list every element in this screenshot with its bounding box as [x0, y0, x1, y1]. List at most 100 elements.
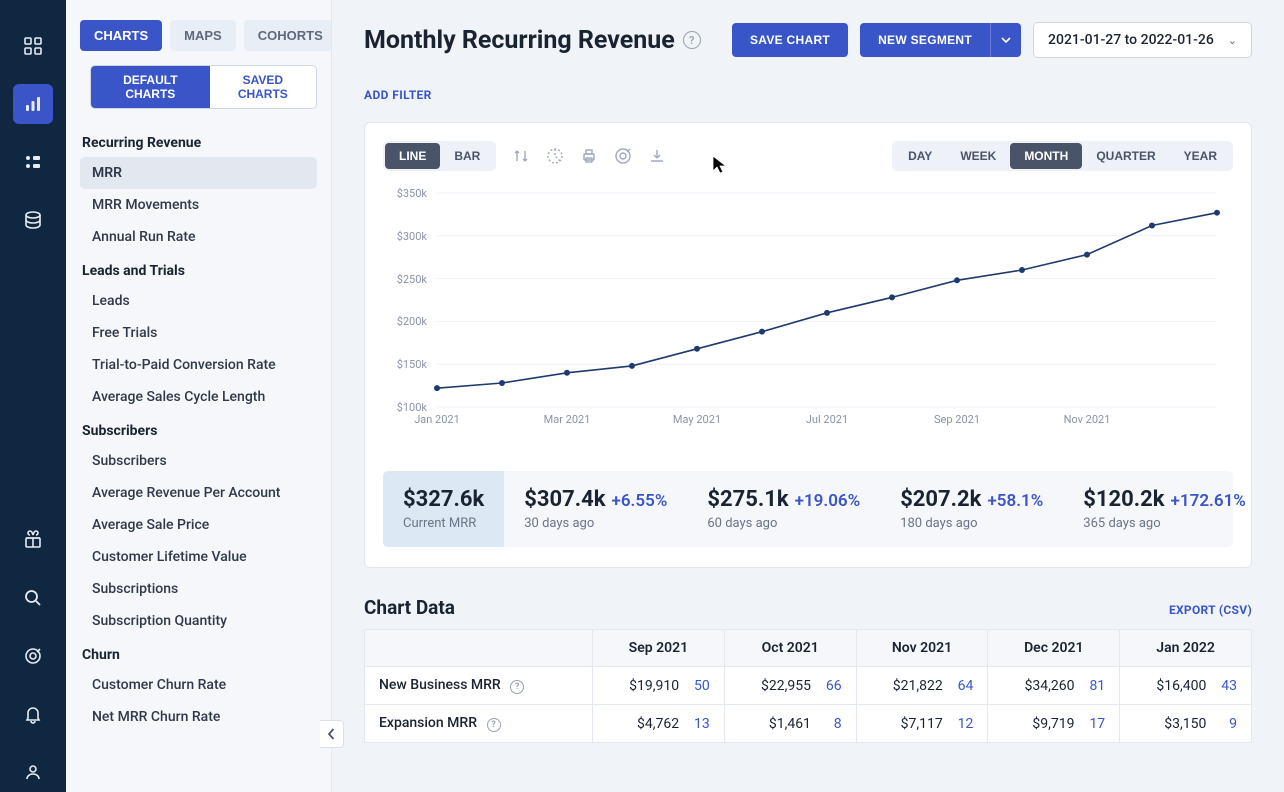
table-row-metric: New Business MRR ? — [365, 667, 593, 705]
date-range-picker[interactable]: 2021-01-27 to 2022-01-26 ⌄ — [1033, 22, 1252, 58]
y-axis-tick: $300k — [387, 230, 427, 243]
tab-default-charts[interactable]: DEFAULT CHARTS — [91, 66, 210, 108]
nav-item[interactable]: Subscription Quantity — [80, 605, 317, 637]
compare-cell: $327.6kCurrent MRR — [383, 471, 504, 547]
table-col-header: Oct 2021 — [724, 630, 856, 667]
bell-icon[interactable] — [13, 694, 53, 734]
table-cell: $34,26081 — [988, 667, 1120, 705]
table-cell: $4,76213 — [593, 705, 725, 743]
target-icon[interactable] — [13, 636, 53, 676]
viz-bar-button[interactable]: BAR — [440, 143, 494, 169]
page-title-text: Monthly Recurring Revenue — [364, 26, 675, 55]
add-filter-button[interactable]: ADD FILTER — [364, 88, 432, 102]
nav-item[interactable]: Net MRR Churn Rate — [80, 701, 317, 733]
viz-type-toggle: LINE BAR — [383, 141, 496, 171]
arrows-icon[interactable] — [512, 147, 530, 165]
compare-cell: $275.1k+19.06%60 days ago — [687, 471, 880, 547]
nav-item[interactable]: Customer Churn Rate — [80, 669, 317, 701]
nav-item[interactable]: Free Trials — [80, 317, 317, 349]
x-axis-tick: Jul 2021 — [806, 413, 848, 426]
compare-strip: $327.6kCurrent MRR$307.4k+6.55%30 days a… — [383, 471, 1233, 547]
compare-cell: $207.2k+58.1%180 days ago — [880, 471, 1063, 547]
compare-cell: $120.2k+172.61%365 days ago — [1063, 471, 1266, 547]
x-axis-tick: Nov 2021 — [1064, 413, 1111, 426]
nav-item[interactable]: Leads — [80, 285, 317, 317]
nav-item[interactable]: Trial-to-Paid Conversion Rate — [80, 349, 317, 381]
granularity-week[interactable]: WEEK — [946, 143, 1010, 169]
tab-maps[interactable]: MAPS — [170, 20, 236, 51]
search-icon[interactable] — [13, 578, 53, 618]
left-rail — [0, 0, 66, 792]
x-axis-tick: Mar 2021 — [544, 413, 591, 426]
y-axis-tick: $200k — [387, 315, 427, 328]
chart-card: LINE BAR DAYWEEKMONTHQUARTERYEAR $100k$1… — [364, 122, 1252, 568]
goal-icon[interactable] — [614, 147, 632, 165]
x-axis-tick: May 2021 — [673, 413, 721, 426]
save-chart-button[interactable]: SAVE CHART — [732, 23, 848, 57]
table-cell: $21,82264 — [856, 667, 988, 705]
export-csv-button[interactable]: EXPORT (CSV) — [1169, 603, 1252, 617]
grid-icon[interactable] — [13, 26, 53, 66]
top-tabs: CHARTS MAPS COHORTS — [80, 20, 317, 51]
nav-group-title: Recurring Revenue — [80, 125, 317, 157]
granularity-day[interactable]: DAY — [894, 143, 946, 169]
date-range-text: 2021-01-27 to 2022-01-26 — [1048, 32, 1214, 48]
nav-group-title: Churn — [80, 637, 317, 669]
chart-data-table: Sep 2021Oct 2021Nov 2021Dec 2021Jan 2022… — [364, 629, 1252, 743]
help-icon[interactable]: ? — [683, 31, 701, 49]
new-segment-split-button: NEW SEGMENT — [860, 23, 1021, 57]
table-cell: $1,4618 — [724, 705, 856, 743]
bar-chart-icon[interactable] — [13, 84, 53, 124]
nodes-icon[interactable] — [13, 142, 53, 182]
nav-item[interactable]: Subscribers — [80, 445, 317, 477]
granularity-quarter[interactable]: QUARTER — [1082, 143, 1169, 169]
gift-icon[interactable] — [13, 520, 53, 560]
viz-line-button[interactable]: LINE — [385, 143, 440, 169]
pie-icon[interactable] — [546, 147, 564, 165]
nav-item[interactable]: Annual Run Rate — [80, 221, 317, 253]
download-icon[interactable] — [648, 147, 666, 165]
user-icon[interactable] — [13, 752, 53, 792]
nav-item[interactable]: Subscriptions — [80, 573, 317, 605]
x-axis-tick: Jan 2021 — [414, 413, 460, 426]
compare-cell: $307.4k+6.55%30 days ago — [504, 471, 687, 547]
help-icon[interactable]: ? — [510, 680, 524, 694]
nav-group-title: Subscribers — [80, 413, 317, 445]
new-segment-button[interactable]: NEW SEGMENT — [860, 23, 990, 57]
chart-toolbar: LINE BAR DAYWEEKMONTHQUARTERYEAR — [383, 141, 1233, 171]
help-icon[interactable]: ? — [487, 718, 501, 732]
table-row-metric: Expansion MRR ? — [365, 705, 593, 743]
table-cell: $19,91050 — [593, 667, 725, 705]
granularity-month[interactable]: MONTH — [1010, 143, 1082, 169]
collapse-sidebar-button[interactable] — [320, 720, 344, 748]
granularity-year[interactable]: YEAR — [1170, 143, 1231, 169]
nav-item[interactable]: MRR — [80, 157, 317, 189]
y-axis-tick: $250k — [387, 273, 427, 286]
nav-item[interactable]: Average Sales Cycle Length — [80, 381, 317, 413]
nav-item[interactable]: Customer Lifetime Value — [80, 541, 317, 573]
print-icon[interactable] — [580, 147, 598, 165]
mrr-line-chart: $100k$150k$200k$250k$300k$350kJan 2021Ma… — [387, 187, 1233, 447]
database-icon[interactable] — [13, 200, 53, 240]
table-cell: $7,11712 — [856, 705, 988, 743]
granularity-toggle: DAYWEEKMONTHQUARTERYEAR — [892, 141, 1233, 171]
page-title: Monthly Recurring Revenue ? — [364, 26, 701, 55]
table-section-header: Chart Data EXPORT (CSV) — [364, 596, 1252, 619]
tab-saved-charts[interactable]: SAVED CHARTS — [210, 66, 316, 108]
nav-item[interactable]: Average Sale Price — [80, 509, 317, 541]
table-cell: $9,71917 — [988, 705, 1120, 743]
y-axis-tick: $350k — [387, 187, 427, 200]
x-axis-tick: Sep 2021 — [934, 413, 980, 426]
tab-cohorts[interactable]: COHORTS — [244, 20, 332, 51]
table-title: Chart Data — [364, 596, 455, 619]
table-col-header: Dec 2021 — [988, 630, 1120, 667]
tab-charts[interactable]: CHARTS — [80, 20, 162, 51]
nav-item[interactable]: MRR Movements — [80, 189, 317, 221]
new-segment-dropdown[interactable] — [990, 23, 1021, 57]
nav-group-title: Leads and Trials — [80, 253, 317, 285]
chart-type-tabs: DEFAULT CHARTS SAVED CHARTS — [90, 65, 317, 109]
table-col-header: Nov 2021 — [856, 630, 988, 667]
sidebar: CHARTS MAPS COHORTS DEFAULT CHARTS SAVED… — [66, 0, 332, 792]
y-axis-tick: $150k — [387, 358, 427, 371]
nav-item[interactable]: Average Revenue Per Account — [80, 477, 317, 509]
